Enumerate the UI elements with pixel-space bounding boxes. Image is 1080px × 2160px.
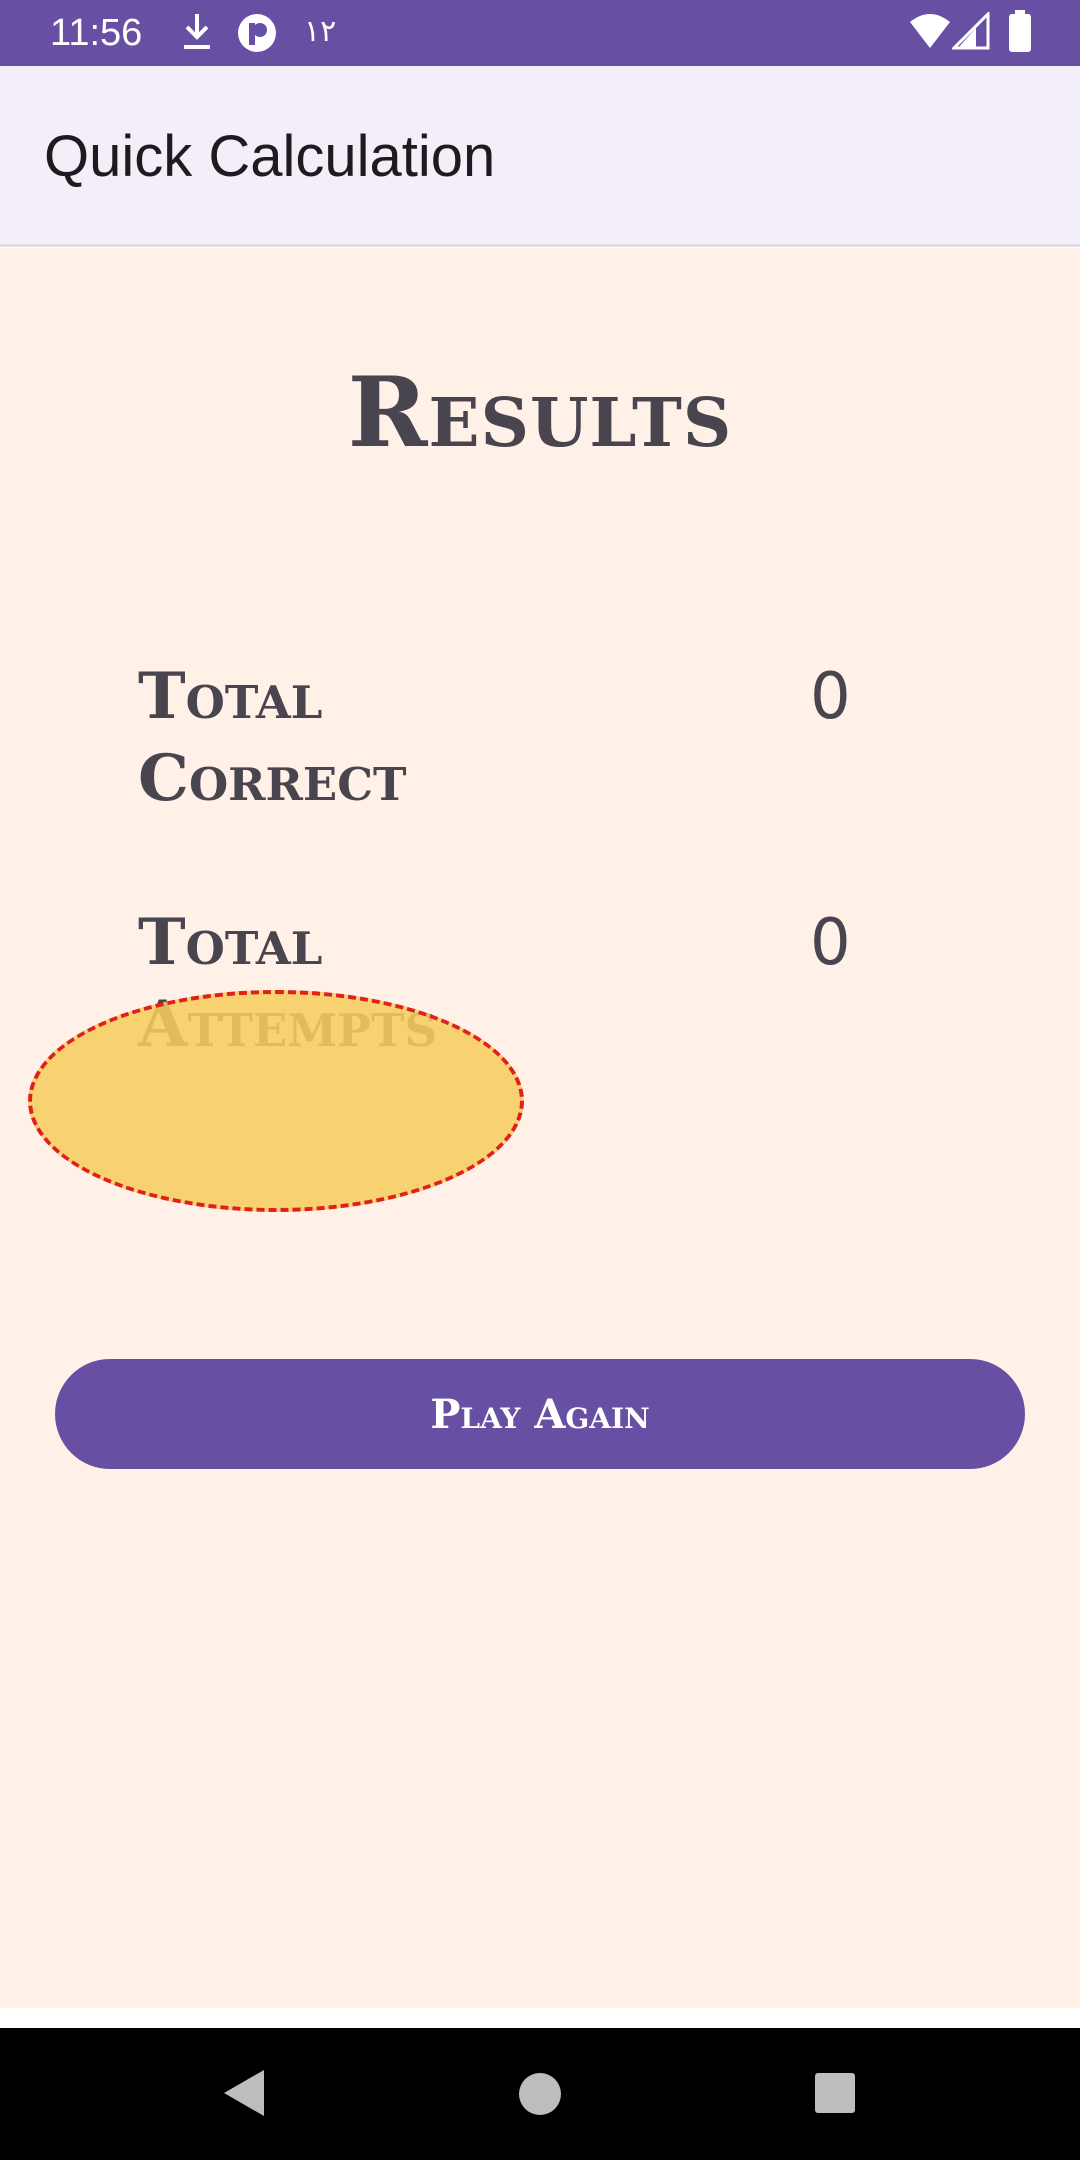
content-bottom-edge [0, 2008, 1080, 2028]
highlight-ellipse [28, 990, 524, 1212]
battery-icon [1008, 10, 1032, 57]
status-time: 11:56 [50, 12, 143, 54]
app-bar: Quick Calculation [0, 66, 1080, 247]
status-extra-text: ۱۲ [304, 14, 337, 49]
play-again-button[interactable]: Play Again [55, 1359, 1025, 1469]
back-icon[interactable] [222, 2068, 266, 2123]
results-screen: Results Total Correct 0 Total Attempts 0… [0, 248, 1080, 2008]
total-attempts-value: 0 [810, 906, 851, 980]
results-title: Results [347, 356, 733, 469]
status-bar: 11:56 ۱۲ [0, 0, 1080, 66]
app-notification-icon [236, 12, 278, 59]
navigation-bar [0, 2028, 1080, 2160]
home-icon[interactable] [518, 2072, 562, 2121]
wifi-icon [908, 12, 952, 55]
recents-icon[interactable] [814, 2072, 856, 2119]
total-correct-value: 0 [810, 660, 851, 734]
signal-icon [950, 10, 990, 55]
download-icon [180, 12, 214, 57]
total-correct-label: Total Correct [138, 659, 407, 816]
app-title: Quick Calculation [44, 124, 496, 189]
